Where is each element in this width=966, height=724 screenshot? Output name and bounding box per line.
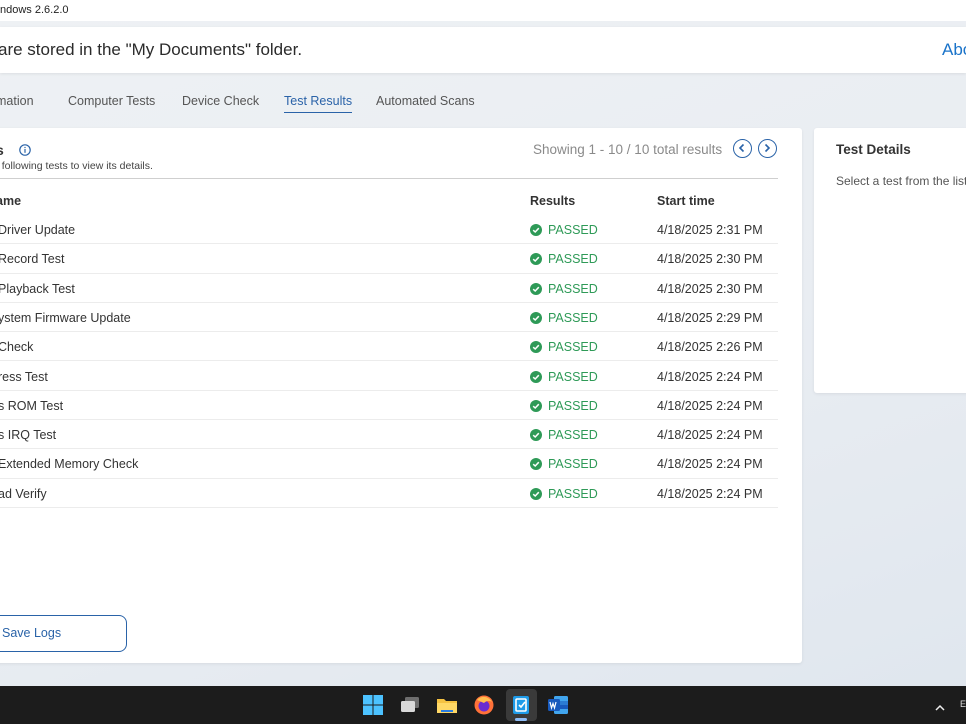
table-row[interactable]: Playback Test PASSED 4/18/2025 2:30 PM bbox=[0, 274, 778, 303]
check-circle-icon bbox=[530, 399, 542, 412]
test-details-placeholder: Select a test from the list bbox=[836, 174, 966, 188]
start-time: 4/18/2025 2:30 PM bbox=[657, 281, 763, 296]
active-app-indicator bbox=[515, 718, 527, 721]
column-header-name[interactable]: ame bbox=[0, 194, 21, 208]
start-time: 4/18/2025 2:24 PM bbox=[657, 457, 763, 472]
results-count: Showing 1 - 10 / 10 total results bbox=[533, 142, 723, 157]
task-view-icon[interactable] bbox=[399, 694, 421, 716]
info-icon[interactable] bbox=[19, 143, 31, 156]
test-name: Driver Update bbox=[0, 223, 76, 237]
diagnostic-app-icon[interactable] bbox=[510, 694, 532, 716]
check-circle-icon bbox=[530, 253, 542, 266]
chevron-right-icon bbox=[764, 143, 771, 153]
check-circle-icon bbox=[530, 282, 542, 295]
check-circle-icon bbox=[530, 224, 542, 236]
next-page-button[interactable] bbox=[758, 139, 777, 158]
show-hidden-icons-chevron-icon[interactable] bbox=[934, 700, 946, 711]
save-logs-label: Save Logs bbox=[2, 626, 62, 640]
window-title: ndows 2.6.2.0 bbox=[0, 0, 966, 21]
status-badge: PASSED bbox=[548, 340, 598, 355]
status-badge: PASSED bbox=[548, 486, 598, 501]
column-header-results[interactable]: Results bbox=[530, 194, 575, 208]
chevron-left-icon bbox=[738, 143, 745, 153]
status-badge: PASSED bbox=[548, 223, 598, 237]
test-name: Check bbox=[0, 340, 34, 355]
test-details-title: Test Details bbox=[836, 142, 911, 157]
start-time: 4/18/2025 2:26 PM bbox=[657, 340, 763, 355]
test-name: Record Test bbox=[0, 252, 65, 267]
notice-message: are stored in the "My Documents" folder. bbox=[0, 40, 303, 59]
start-time: 4/18/2025 2:30 PM bbox=[657, 252, 763, 267]
test-details-panel bbox=[814, 128, 966, 393]
tab-information[interactable]: mation bbox=[0, 94, 34, 108]
taskbar: E bbox=[0, 686, 966, 724]
table-row[interactable]: s IRQ Test PASSED 4/18/2025 2:24 PM bbox=[0, 420, 778, 450]
check-circle-icon bbox=[530, 341, 542, 354]
table-row[interactable]: Driver Update PASSED 4/18/2025 2:31 PM bbox=[0, 215, 778, 245]
tab-test-results[interactable]: Test Results bbox=[284, 94, 353, 113]
word-icon[interactable] bbox=[547, 694, 569, 716]
about-link[interactable]: Abo bbox=[942, 40, 966, 60]
start-time: 4/18/2025 2:31 PM bbox=[657, 223, 763, 237]
check-circle-icon bbox=[530, 458, 542, 471]
start-time: 4/18/2025 2:29 PM bbox=[657, 310, 763, 325]
header-divider bbox=[0, 178, 778, 179]
test-name: s ROM Test bbox=[0, 398, 64, 413]
previous-page-button[interactable] bbox=[733, 139, 752, 158]
table-row[interactable]: Check PASSED 4/18/2025 2:26 PM bbox=[0, 332, 778, 362]
tray-text[interactable]: E bbox=[960, 699, 966, 709]
windows-start-icon[interactable] bbox=[362, 694, 384, 716]
start-time: 4/18/2025 2:24 PM bbox=[657, 398, 763, 413]
tab-bar: mation Computer Tests Device Check Test … bbox=[0, 92, 966, 118]
results-title: s bbox=[0, 142, 4, 158]
status-badge: PASSED bbox=[548, 310, 598, 325]
status-badge: PASSED bbox=[548, 252, 598, 267]
save-logs-button[interactable]: Save Logs bbox=[0, 615, 127, 652]
notice-banner: are stored in the "My Documents" folder.… bbox=[0, 27, 966, 73]
tab-automated-scans[interactable]: Automated Scans bbox=[376, 94, 475, 108]
test-name: ystem Firmware Update bbox=[0, 310, 131, 325]
status-badge: PASSED bbox=[548, 369, 598, 384]
start-time: 4/18/2025 2:24 PM bbox=[657, 428, 763, 443]
table-row[interactable]: Record Test PASSED 4/18/2025 2:30 PM bbox=[0, 244, 778, 274]
test-name: ress Test bbox=[0, 369, 48, 384]
status-badge: PASSED bbox=[548, 428, 598, 443]
test-name: s IRQ Test bbox=[0, 428, 57, 443]
tab-computer-tests[interactable]: Computer Tests bbox=[68, 94, 155, 108]
test-name: ad Verify bbox=[0, 486, 47, 501]
table-row[interactable]: Extended Memory Check PASSED 4/18/2025 2:2… bbox=[0, 449, 778, 479]
check-circle-icon bbox=[530, 487, 542, 500]
table-row[interactable]: ad Verify PASSED 4/18/2025 2:24 PM bbox=[0, 479, 778, 508]
start-time: 4/18/2025 2:24 PM bbox=[657, 486, 763, 501]
test-name: Playback Test bbox=[0, 281, 75, 296]
results-subtitle: e following tests to view its details. bbox=[0, 160, 153, 172]
table-row[interactable]: ystem Firmware Update PASSED 4/18/2025 2:2… bbox=[0, 303, 778, 333]
status-badge: PASSED bbox=[548, 281, 598, 296]
table-row[interactable]: s ROM Test PASSED 4/18/2025 2:24 PM bbox=[0, 391, 778, 421]
check-circle-icon bbox=[530, 370, 542, 383]
file-explorer-icon[interactable] bbox=[436, 694, 458, 716]
test-name: Extended Memory Check bbox=[0, 457, 139, 472]
status-badge: PASSED bbox=[548, 398, 598, 413]
table-row[interactable]: ress Test PASSED 4/18/2025 2:24 PM bbox=[0, 362, 778, 391]
firefox-icon[interactable] bbox=[473, 694, 495, 716]
status-badge: PASSED bbox=[548, 457, 598, 472]
column-header-start-time[interactable]: Start time bbox=[657, 194, 715, 208]
start-time: 4/18/2025 2:24 PM bbox=[657, 369, 763, 384]
check-circle-icon bbox=[530, 429, 542, 442]
tab-device-check[interactable]: Device Check bbox=[182, 94, 259, 108]
check-circle-icon bbox=[530, 311, 542, 324]
